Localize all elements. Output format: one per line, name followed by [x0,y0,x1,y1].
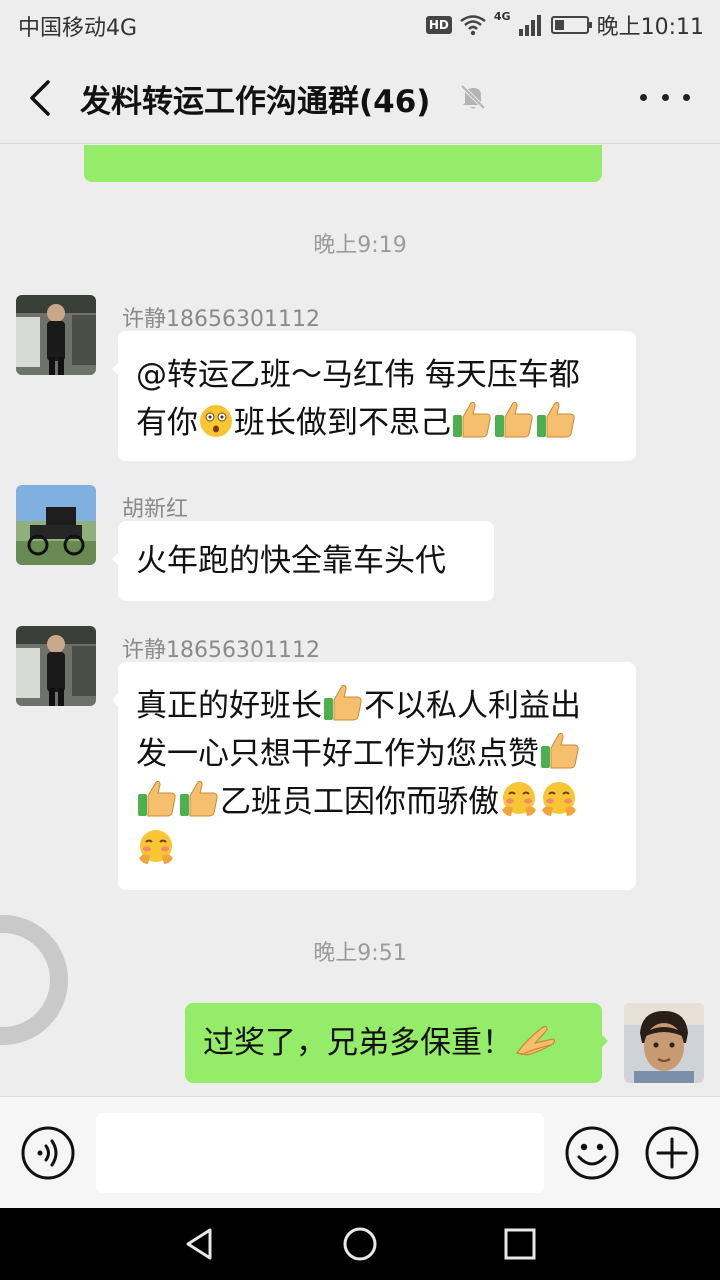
person-standing-avatar [16,295,96,375]
thumbs-up-icon [537,401,575,438]
thumbs-up-icon [138,780,176,817]
message-line: 真正的好班长 不以私人利益出 [136,682,618,730]
message-text: 棚 [102,145,133,159]
timestamp: 晚上9:51 [313,941,407,966]
message-line: 有你 班长做到不思己 [136,399,618,447]
chat-messages[interactable]: 棚 晚上9:19 许静18656301112 @转运乙班～马红伟 每天压车都 有… [0,145,720,1096]
blushing-face-icon [542,782,576,816]
message-line: @转运乙班～马红伟 每天压车都 [136,357,580,393]
thumbs-up-icon [495,401,533,438]
carrier-label: 中国移动4G [18,16,138,41]
message-input[interactable] [96,1113,544,1193]
message-bubble[interactable]: @转运乙班～马红伟 每天压车都 有你 班长做到不思己 [112,331,636,461]
message-text: 火年跑的快全靠车头代 [136,543,446,579]
bell-off-icon [460,84,486,110]
avatar[interactable] [624,1003,704,1083]
chat-header: 发料转运工作沟通群(46) [0,50,720,144]
sender-name: 许静18656301112 [122,307,320,332]
more-dots-icon [640,93,647,101]
system-navigation-bar [0,1208,720,1280]
boy-face-avatar [624,1003,704,1083]
thumbs-up-icon [180,780,218,817]
triangle-back-icon[interactable] [182,1226,218,1262]
battery-icon [550,16,592,34]
vintage-car-avatar [16,485,96,565]
status-time: 晚上10:11 [596,15,704,40]
signal-icon [518,15,541,36]
chevron-left-icon [30,80,50,116]
thumbs-up-icon [324,684,362,721]
voice-icon[interactable] [20,1125,76,1181]
sender-name: 许静18656301112 [122,638,320,663]
folded-hands-icon [515,1025,556,1056]
person-standing-avatar [16,626,96,706]
blushing-face-icon [502,782,536,816]
message-bubble[interactable]: 火年跑的快全靠车头代 [112,521,494,601]
message-bubble-outgoing[interactable]: 过奖了，兄弟多保重！ [185,1003,608,1083]
thumbs-up-icon [453,401,491,438]
avatar[interactable] [16,485,96,565]
avatar[interactable] [16,295,96,375]
hd-badge: HD [425,16,452,34]
status-bar: 中国移动4G HD 4G 晚上10:11 [0,0,720,50]
wifi-icon [460,15,486,36]
circle-home-icon[interactable] [342,1226,378,1262]
flushed-face-icon [200,405,232,437]
message-bubble-partial[interactable]: 棚 [84,145,602,182]
sender-name: 胡新红 [122,497,189,522]
blushing-face-icon [139,830,173,864]
message-line: 乙班员工因你而骄傲 [136,778,618,826]
message-line [136,826,618,874]
avatar[interactable] [16,626,96,706]
message-text: 过奖了，兄弟多保重！ [203,1025,513,1061]
message-line: 发一心只想干好工作为您点赞 [136,730,618,778]
status-indicators: HD 4G 晚上10:11 [425,8,704,42]
page-title: 发料转运工作沟通群(46) [80,84,431,120]
input-bar [0,1096,720,1208]
more-options-button[interactable] [640,80,690,114]
plus-circle-icon[interactable] [644,1125,700,1181]
network-type-label: 4G [493,10,511,23]
thumbs-up-icon [541,732,579,769]
smiley-icon[interactable] [564,1125,620,1181]
square-recents-icon[interactable] [502,1226,538,1262]
message-bubble[interactable]: 真正的好班长 不以私人利益出 发一心只想干好工作为您点赞 乙班员工因你而骄傲 [112,662,636,890]
back-button[interactable] [18,76,62,120]
timestamp: 晚上9:19 [313,233,407,258]
battery-fill [554,20,564,30]
